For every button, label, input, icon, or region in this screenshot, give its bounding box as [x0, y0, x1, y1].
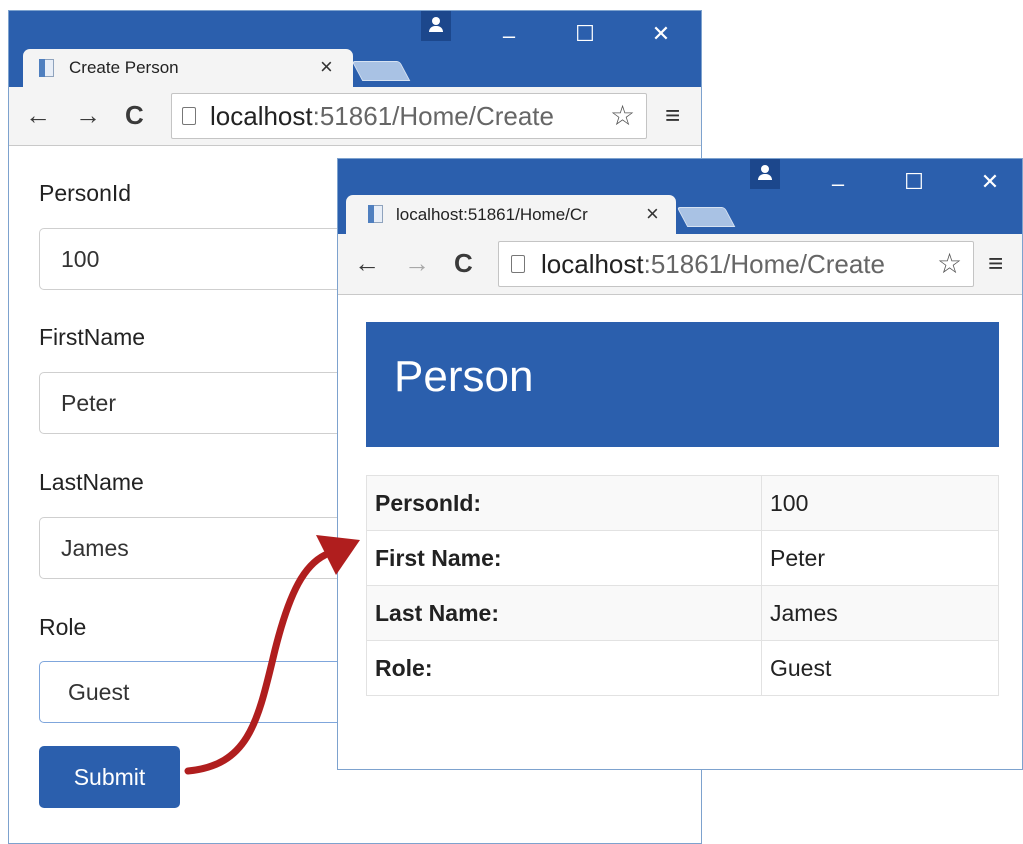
flow-arrow-icon: [184, 535, 360, 775]
